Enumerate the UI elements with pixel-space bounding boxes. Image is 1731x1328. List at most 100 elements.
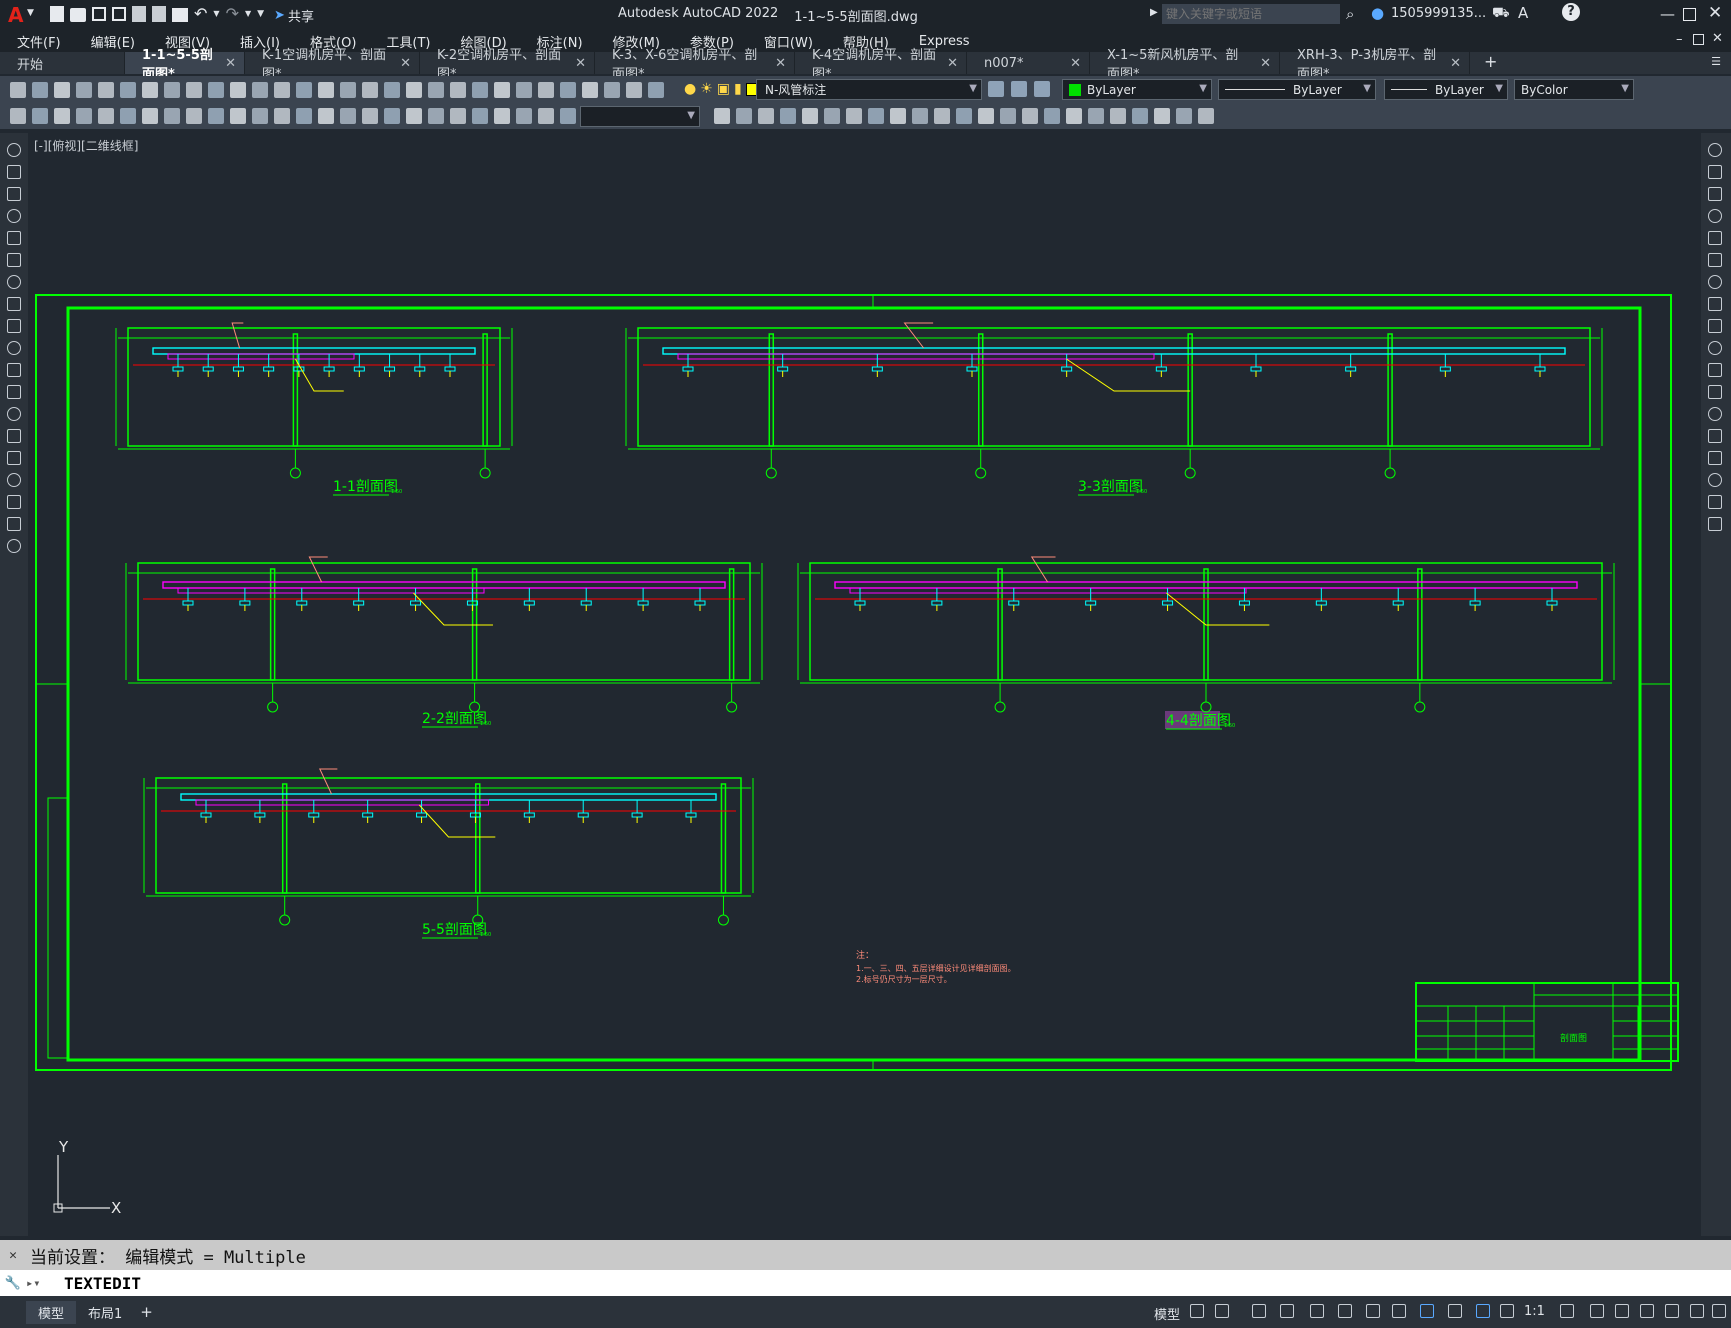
open-file-icon[interactable] [70, 8, 86, 22]
command-prompt-icon[interactable]: ▸▾ [26, 1276, 52, 1290]
previous-layer-icon[interactable] [1034, 81, 1050, 97]
tab-xrh3-p3[interactable]: XRH-3、P-3机房平、剖面图* ✕ [1280, 48, 1470, 82]
close-tab-icon[interactable]: ✕ [400, 56, 411, 71]
dimension-tool-23-icon[interactable] [494, 108, 510, 124]
tab-x1-5[interactable]: X-1~5新风机房平、剖面图* ✕ [1090, 48, 1280, 82]
draw-tool-19-icon[interactable] [7, 539, 21, 553]
layer-combo[interactable]: N-风管标注 ▼ [756, 79, 982, 100]
status-toggle-4-icon[interactable] [1280, 1304, 1294, 1318]
standard-tool-5-icon[interactable] [98, 82, 114, 98]
layout-tab-model[interactable]: 模型 [26, 1300, 77, 1324]
modify-tool-10-icon[interactable] [1708, 341, 1722, 355]
dimension-tool-24-icon[interactable] [516, 108, 532, 124]
autodesk-app-icon[interactable]: A [1518, 4, 1528, 22]
dimension-tool-11-icon[interactable] [230, 108, 246, 124]
dimension-tool-42-icon[interactable] [1044, 108, 1060, 124]
standard-tool-2-icon[interactable] [32, 82, 48, 98]
save-icon[interactable] [92, 7, 106, 21]
dimension-tool-35-icon[interactable] [890, 108, 906, 124]
maximize-window-icon[interactable] [1683, 8, 1696, 21]
close-tab-icon[interactable]: ✕ [1450, 56, 1461, 71]
annotation-scale[interactable]: 1:1 [1524, 1304, 1545, 1319]
tab-n007[interactable]: n007* ✕ [967, 52, 1090, 74]
dimension-tool-1-icon[interactable] [10, 108, 26, 124]
draw-tool-2-icon[interactable] [7, 165, 21, 179]
status-toggle-1-icon[interactable] [1190, 1304, 1204, 1318]
dimension-tool-6-icon[interactable] [120, 108, 136, 124]
new-tab-icon[interactable]: + [1484, 52, 1497, 71]
layer-lock-icon[interactable]: ▮ [734, 81, 742, 97]
dimension-tool-41-icon[interactable] [1022, 108, 1038, 124]
dimension-tool-15-icon[interactable] [318, 108, 334, 124]
dimension-tool-34-icon[interactable] [868, 108, 884, 124]
status-toggle-7-icon[interactable] [1366, 1304, 1380, 1318]
dimension-tool-48-icon[interactable] [1176, 108, 1192, 124]
dimension-tool-30-icon[interactable] [780, 108, 796, 124]
dimstyle-combo[interactable]: ▼ [580, 106, 700, 127]
minimize-window-icon[interactable]: — [1660, 5, 1675, 23]
standard-tool-1-icon[interactable] [10, 82, 26, 98]
doc-minimize-icon[interactable]: – [1676, 32, 1683, 47]
close-tab-icon[interactable]: ✕ [1070, 56, 1081, 71]
standard-tool-6-icon[interactable] [120, 82, 136, 98]
status-toggle-9-icon[interactable] [1420, 1304, 1434, 1318]
modify-tool-13-icon[interactable] [1708, 407, 1722, 421]
standard-tool-28-icon[interactable] [604, 82, 620, 98]
standard-tool-23-icon[interactable] [494, 82, 510, 98]
open-from-web-icon[interactable] [132, 6, 146, 22]
draw-tool-5-icon[interactable] [7, 231, 21, 245]
status-toggle-10-icon[interactable] [1448, 1304, 1462, 1318]
status-toggle-16-icon[interactable] [1640, 1304, 1654, 1318]
dimension-tool-43-icon[interactable] [1066, 108, 1082, 124]
dimension-tool-9-icon[interactable] [186, 108, 202, 124]
undo-icon[interactable]: ↶ [194, 6, 207, 25]
dimension-tool-29-icon[interactable] [758, 108, 774, 124]
standard-tool-17-icon[interactable] [362, 82, 378, 98]
dimension-tool-10-icon[interactable] [208, 108, 224, 124]
dimension-tool-36-icon[interactable] [912, 108, 928, 124]
standard-tool-18-icon[interactable] [384, 82, 400, 98]
dimension-tool-8-icon[interactable] [164, 108, 180, 124]
status-toggle-6-icon[interactable] [1338, 1304, 1352, 1318]
tab-1-1-5-5[interactable]: 1-1~5-5剖面图* ✕ [125, 48, 245, 82]
command-close-icon[interactable]: ✕ [0, 1248, 26, 1263]
draw-tool-11-icon[interactable] [7, 363, 21, 377]
user-name[interactable]: 1505999135... [1391, 6, 1486, 21]
search-icon[interactable]: ⌕ [1346, 5, 1354, 23]
plotstyle-combo[interactable]: ByColor ▼ [1514, 79, 1634, 100]
drawing-canvas[interactable]: [-][俯视][二维线框] 1-1剖面图 1:50 3-3剖面图 1:50 2-2剖面图… [28, 133, 1701, 1236]
redo-dropdown-icon[interactable]: ▼ [245, 6, 251, 25]
dimension-tool-21-icon[interactable] [450, 108, 466, 124]
standard-tool-15-icon[interactable] [318, 82, 334, 98]
tab-list-icon[interactable]: ☰ [1711, 55, 1721, 68]
modify-tool-1-icon[interactable] [1708, 143, 1722, 157]
standard-tool-9-icon[interactable] [186, 82, 202, 98]
make-current-layer-icon[interactable] [988, 81, 1004, 97]
user-icon[interactable]: ● [1371, 4, 1384, 22]
dimension-tool-40-icon[interactable] [1000, 108, 1016, 124]
doc-close-icon[interactable]: ✕ [1712, 31, 1723, 46]
modify-tool-2-icon[interactable] [1708, 165, 1722, 179]
standard-tool-19-icon[interactable] [406, 82, 422, 98]
close-tab-icon[interactable]: ✕ [947, 56, 958, 71]
draw-tool-15-icon[interactable] [7, 451, 21, 465]
modify-tool-8-icon[interactable] [1708, 297, 1722, 311]
standard-tool-24-icon[interactable] [516, 82, 532, 98]
standard-tool-16-icon[interactable] [340, 82, 356, 98]
help-icon[interactable]: ? [1562, 3, 1580, 21]
draw-tool-16-icon[interactable] [7, 473, 21, 487]
standard-tool-13-icon[interactable] [274, 82, 290, 98]
status-toggle-17-icon[interactable] [1665, 1304, 1679, 1318]
standard-tool-26-icon[interactable] [560, 82, 576, 98]
menu-item-edit[interactable]: 编辑(E) [74, 32, 148, 51]
save-to-web-icon[interactable] [152, 6, 166, 22]
draw-tool-14-icon[interactable] [7, 429, 21, 443]
redo-icon[interactable]: ↷ [226, 6, 239, 25]
dimension-tool-12-icon[interactable] [252, 108, 268, 124]
standard-tool-8-icon[interactable] [164, 82, 180, 98]
draw-tool-7-icon[interactable] [7, 275, 21, 289]
draw-tool-4-icon[interactable] [7, 209, 21, 223]
lineweight-combo[interactable]: ByLayer ▼ [1384, 79, 1508, 100]
dimension-tool-18-icon[interactable] [384, 108, 400, 124]
status-toggle-8-icon[interactable] [1392, 1304, 1406, 1318]
